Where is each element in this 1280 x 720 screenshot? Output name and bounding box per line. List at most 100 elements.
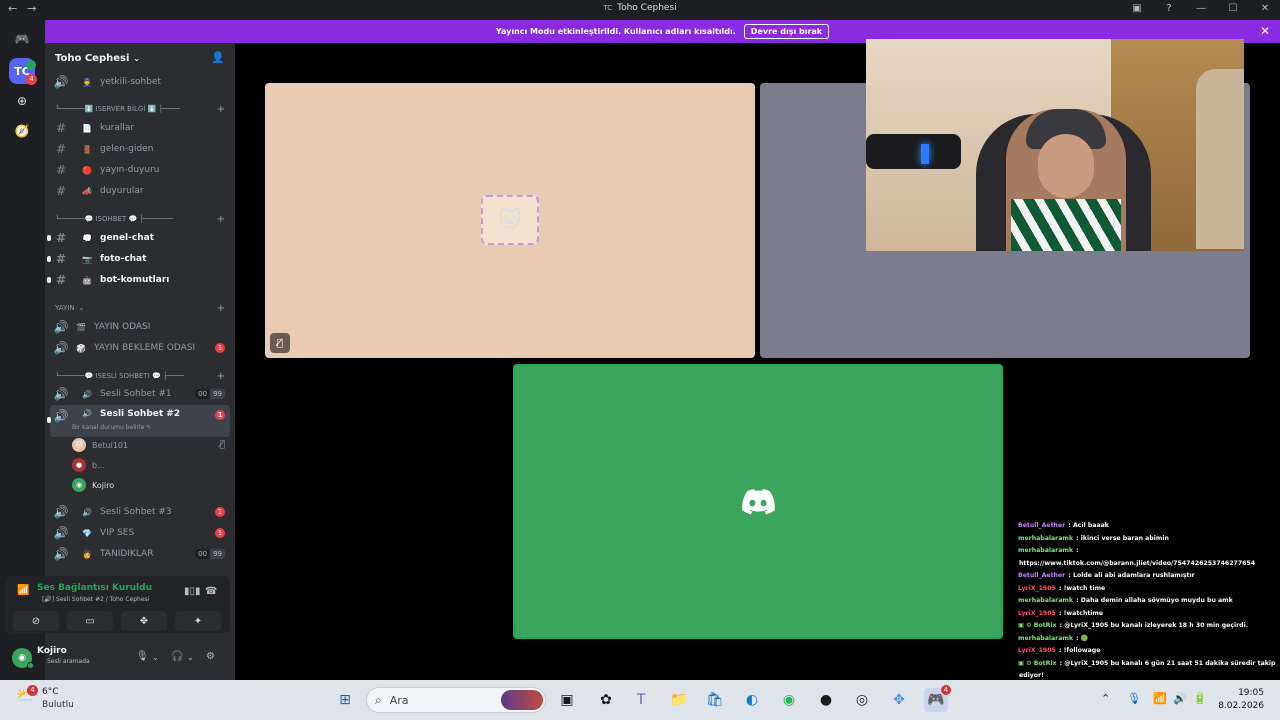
add-channel-icon[interactable]: + bbox=[217, 104, 225, 115]
chat-message: Betull_Aether : Acil baaak bbox=[1018, 520, 1280, 533]
soundboard-button[interactable]: ✦ bbox=[175, 611, 221, 631]
battery-icon[interactable]: 🔋 bbox=[1193, 692, 1207, 705]
invite-people-icon[interactable]: 👤 bbox=[211, 51, 225, 64]
taskbar-search[interactable]: ⌕ Ara bbox=[366, 687, 546, 713]
add-channel-icon[interactable]: + bbox=[217, 214, 225, 225]
stage-icon: 🔊 bbox=[53, 320, 69, 334]
channel-bot-komutlari[interactable]: # 🤖 bot-komutları bbox=[47, 270, 230, 290]
participant-tile-speaking[interactable] bbox=[513, 364, 1003, 639]
discover-icon[interactable]: 🧭 bbox=[9, 118, 35, 144]
app-icon[interactable]: ✥ bbox=[887, 688, 911, 712]
channel-name: gelen-giden bbox=[100, 144, 154, 154]
start-windows-icon[interactable]: ⊞ bbox=[333, 688, 357, 712]
category-label: └──────💬 ISESLİ SOHBETI 💬 ├──── bbox=[55, 372, 185, 380]
channel-kurallar[interactable]: # 📄 kurallar bbox=[50, 118, 230, 138]
channel-sesli-sohbet-1[interactable]: 🔊 🔊 Sesli Sohbet #1 00 99 bbox=[50, 384, 230, 404]
task-view-icon[interactable]: ▣ bbox=[555, 688, 579, 712]
speaker-icon: 🔊 bbox=[53, 505, 69, 519]
chrome-icon[interactable]: ◎ bbox=[850, 688, 874, 712]
activities-button[interactable]: ✥ bbox=[121, 611, 167, 631]
chat-username: ▣ ⚙ BotRix bbox=[1018, 659, 1057, 667]
tray-microphone-icon[interactable]: 🎙 bbox=[1127, 692, 1141, 705]
webcam-face bbox=[1038, 134, 1094, 198]
channel-emoji: 📣 bbox=[82, 186, 92, 196]
channel-sesli-sohbet-3[interactable]: 🔊 🔊 Sesli Sohbet #3 1 bbox=[50, 502, 230, 522]
category-voice[interactable]: └──────💬 ISESLİ SOHBETI 💬 ├──── + bbox=[55, 369, 225, 383]
user-count-badge: 1 bbox=[215, 528, 225, 538]
channel-emoji: 💭 bbox=[82, 233, 92, 243]
help-icon[interactable]: ? bbox=[1162, 3, 1176, 14]
screen-share-button[interactable]: ▭ bbox=[67, 611, 113, 631]
close-banner-icon[interactable]: ✕ bbox=[1260, 24, 1270, 38]
server-header[interactable]: Toho Cephesi ⌄ 👤 bbox=[45, 43, 235, 73]
system-clock[interactable]: 19:05 8.02.2026 bbox=[1218, 687, 1264, 713]
weather-description[interactable]: Bulutlu bbox=[42, 700, 74, 710]
voice-user[interactable]: 🐱 Betul101 🎙̸ bbox=[72, 436, 230, 454]
window-controls: ▣ ? — ☐ ✕ bbox=[1130, 3, 1272, 14]
participant-tile[interactable]: 🐱 🎙̸ bbox=[265, 83, 755, 358]
chat-message: ▣ ⚙ BotRix : @LyriX_1905 bu kanalı izley… bbox=[1018, 620, 1280, 633]
chevron-down-icon[interactable]: ⌄ bbox=[152, 653, 159, 662]
close-window-icon[interactable]: ✕ bbox=[1258, 3, 1272, 14]
category-chat[interactable]: └──────💬 ISOHBET 💬 ├─────── + bbox=[55, 212, 225, 226]
add-channel-icon[interactable]: + bbox=[217, 303, 225, 314]
channel-yetkili-sohbet[interactable]: 🔊 👮 yetkili-sohbet bbox=[50, 72, 230, 92]
maximize-icon[interactable]: ☐ bbox=[1226, 3, 1240, 14]
discord-home-icon[interactable]: 🎮 bbox=[9, 26, 35, 52]
camera-off-button[interactable]: ⊘ bbox=[13, 611, 59, 631]
search-highlight-image bbox=[501, 690, 543, 710]
hash-icon: # bbox=[55, 121, 67, 135]
weather-temperature[interactable]: 6°C bbox=[42, 687, 59, 697]
soundboard-icon[interactable]: ▮▯▮ bbox=[184, 586, 201, 597]
channel-sesli-sohbet-2[interactable]: 🔊 🔊 Sesli Sohbet #2 Bir kanal durumu bel… bbox=[47, 405, 230, 437]
channel-yayin-bekleme-odasi[interactable]: 🔊 🎲 YAYIN BEKLEME ODASI 1 bbox=[50, 338, 230, 358]
category-server-info[interactable]: └──────⬇️ ISERVER BİLGİ ⬇️ ├──── + bbox=[55, 102, 225, 116]
channel-status-hint[interactable]: Bir kanal durumu belirle ✎ bbox=[72, 424, 151, 431]
disconnect-icon[interactable]: ☎ bbox=[205, 586, 217, 597]
chat-text: : 🟢 bbox=[1073, 634, 1089, 642]
channel-gelen-giden[interactable]: # 🚪 gelen-giden bbox=[50, 139, 230, 159]
channel-duyurular[interactable]: # 📣 duyurular bbox=[50, 181, 230, 201]
channel-foto-chat[interactable]: # 📷 foto-chat bbox=[47, 249, 230, 269]
clock-time: 19:05 bbox=[1238, 688, 1264, 698]
user-name[interactable]: Kojiro bbox=[37, 646, 67, 656]
add-server-icon[interactable]: ⊕ bbox=[9, 88, 35, 114]
settings-gear-icon[interactable]: ⚙ bbox=[206, 651, 215, 662]
inbox-icon[interactable]: ▣ bbox=[1130, 3, 1144, 14]
category-yayin[interactable]: YAYIN ⌄ + bbox=[55, 301, 225, 315]
chevron-down-icon[interactable]: ⌄ bbox=[187, 653, 194, 662]
channel-yayin-duyuru[interactable]: # 🔴 yayın-duyuru bbox=[50, 160, 230, 180]
add-channel-icon[interactable]: + bbox=[217, 371, 225, 382]
headset-icon[interactable]: 🎧 bbox=[171, 651, 183, 662]
voice-user[interactable]: ◉ Kojiro bbox=[72, 476, 230, 494]
chat-text: : !followage bbox=[1056, 647, 1101, 654]
wifi-icon[interactable]: 📶 bbox=[1153, 692, 1167, 705]
voice-user[interactable]: ● b... bbox=[72, 456, 230, 474]
channel-name: duyurular bbox=[100, 186, 144, 196]
microphone-icon[interactable]: 🎙 bbox=[136, 651, 149, 662]
voice-status[interactable]: Ses Bağlantısı Kuruldu bbox=[37, 583, 152, 593]
unread-indicator bbox=[47, 277, 51, 283]
disable-streamer-mode-button[interactable]: Devre dışı bırak bbox=[743, 24, 830, 39]
obs-icon[interactable]: ● bbox=[814, 688, 838, 712]
channel-genel-chat[interactable]: # 💭 genel-chat bbox=[47, 228, 230, 248]
volume-icon[interactable]: 🔊 bbox=[1173, 692, 1187, 705]
tray-overflow-icon[interactable]: ⌃ bbox=[1101, 692, 1110, 705]
signal-icon[interactable]: 📶 bbox=[17, 585, 29, 596]
edge-icon[interactable]: ◐ bbox=[740, 688, 764, 712]
channel-name: genel-chat bbox=[100, 233, 154, 243]
channel-name: Sesli Sohbet #2 bbox=[100, 409, 181, 419]
channel-yayin-odasi[interactable]: 🔊 🎬 YAYIN ODASI bbox=[50, 317, 230, 337]
discord-window: ← → TC Toho Cephesi ▣ ? — ☐ ✕ 🎮 TC 4 ⊕ 🧭 … bbox=[0, 0, 1280, 720]
copilot-icon[interactable]: ✿ bbox=[594, 688, 618, 712]
minimize-icon[interactable]: — bbox=[1194, 3, 1208, 14]
file-explorer-icon[interactable]: 📁 bbox=[667, 688, 691, 712]
channel-vip-ses[interactable]: 🔊 💎 VIP SES 1 bbox=[50, 523, 230, 543]
chat-message: merhabalaramk : bbox=[1018, 545, 1280, 558]
voice-location[interactable]: [🔊] Sesli Sohbet #2 / Toho Cephesi bbox=[42, 596, 149, 603]
teams-icon[interactable]: T bbox=[629, 688, 653, 712]
spotify-icon[interactable]: ◉ bbox=[777, 688, 801, 712]
microsoft-store-icon[interactable]: 🛍 bbox=[703, 688, 727, 712]
pill-current: 00 bbox=[195, 549, 211, 559]
channel-tanidiklar[interactable]: 🔊 👩 TANIDIKLAR 00 99 bbox=[50, 544, 230, 564]
